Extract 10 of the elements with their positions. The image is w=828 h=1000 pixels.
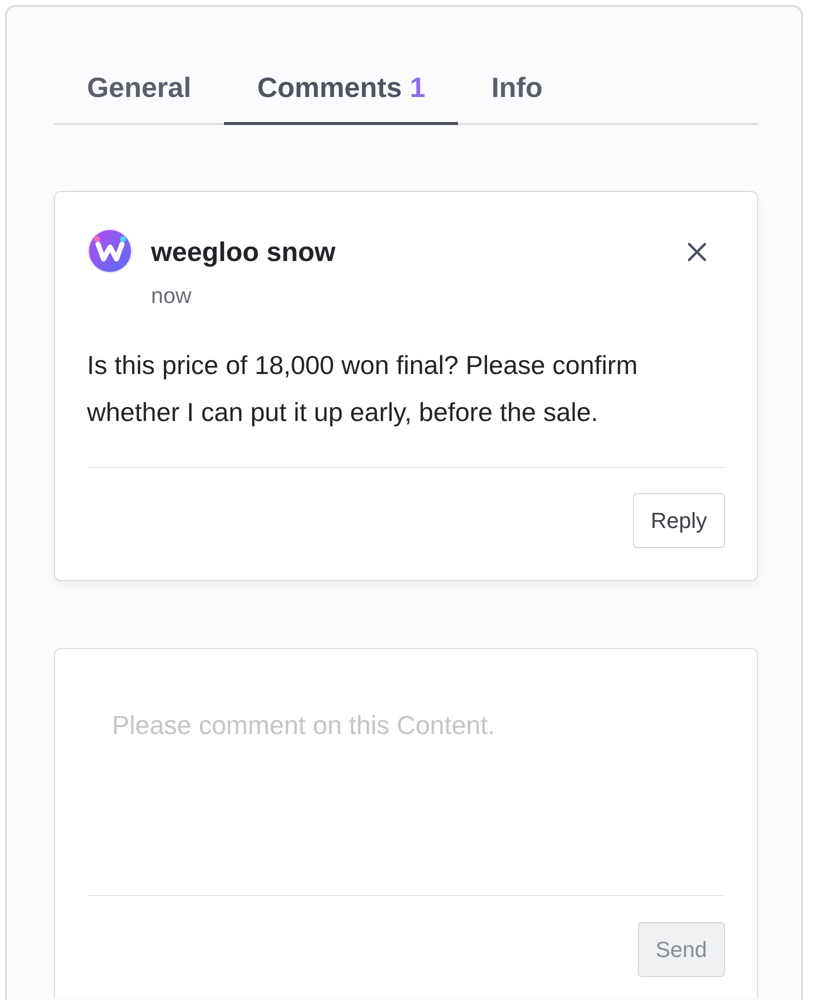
author-name: weegloo snow [151,236,337,269]
comment-count: 1 [410,72,426,103]
tab[interactable]: Comments 1 [224,58,458,125]
reply-button[interactable]: Reply [632,493,725,548]
comment-text: Is this price of 18,000 won final? Please confirm whether I can put it up early, before the sale. [87,349,639,429]
tab[interactable]: Info [458,58,576,125]
tab[interactable]: General [54,58,224,125]
avatar-icon [87,228,133,274]
close-icon [688,243,706,261]
comment-time: now [151,282,192,310]
